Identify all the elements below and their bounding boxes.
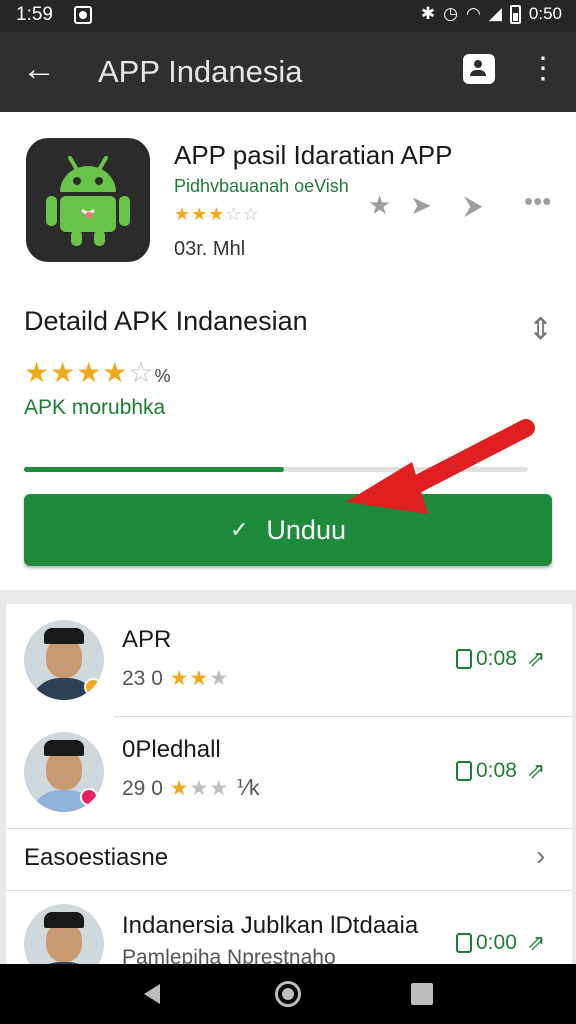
star-icon: ★★ [189, 777, 230, 800]
red-arrow-icon [346, 419, 535, 514]
star-icon[interactable]: ★ [368, 190, 391, 221]
list-item-action[interactable]: 0:08 ⇗ [456, 646, 545, 672]
signal-icon: ◢ [488, 4, 502, 23]
star-icon: ★ [174, 204, 192, 224]
more-vert-icon[interactable]: ⋮ [528, 52, 558, 86]
star-outline-icon: ☆ [242, 204, 260, 224]
app-rating-stars: ★★★☆☆ [174, 204, 260, 225]
avatar[interactable] [24, 732, 104, 812]
detail-rating: ★★★★☆% [24, 356, 171, 389]
star-icon: ★ [191, 204, 209, 224]
alarm-icon: ◷ [443, 4, 458, 23]
share-icon[interactable]: ⮞ [464, 190, 483, 222]
app-size: 03r. Mhl [174, 238, 246, 260]
star-icon: ★★★★ [24, 357, 129, 388]
rating-suffix: % [154, 366, 171, 386]
share-icon[interactable]: ⇗ [527, 930, 545, 956]
status-clock: 0:50 [528, 4, 562, 23]
android-icon [46, 156, 130, 246]
star-icon: ★★ [169, 667, 210, 690]
app-developer[interactable]: Pidhvbauanah oeVish [174, 176, 349, 197]
app-bar: ← APP Indanesia ⋮ [0, 32, 576, 112]
section-row[interactable]: Easoestiasne [24, 844, 168, 872]
divider [6, 828, 572, 829]
notification-icon [74, 6, 92, 24]
account-icon[interactable] [463, 54, 495, 84]
chevron-right-icon[interactable]: › [536, 840, 545, 872]
avatar[interactable] [24, 620, 104, 700]
document-icon [456, 649, 472, 669]
star-icon: ★ [169, 777, 190, 800]
check-icon: ✓ [229, 517, 249, 542]
list-item-meta: 29 0 ★★★ ⅟k [122, 777, 261, 800]
star-outline-icon: ☆ [128, 357, 155, 388]
battery-icon [509, 4, 521, 24]
navigation-bar [0, 964, 576, 1024]
list-item-action[interactable]: 0:08 ⇗ [456, 758, 545, 784]
star-outline-icon: ☆ [225, 204, 243, 224]
divider [6, 890, 572, 891]
divider [114, 716, 572, 717]
star-icon: ★ [208, 204, 226, 224]
list-item-name[interactable]: APR [122, 626, 171, 654]
progress-fill [24, 467, 285, 472]
document-icon [456, 933, 472, 953]
status-icons: ✱ ◷ ◠ ◢ 0:50 [421, 4, 562, 24]
share-icon[interactable]: ⇗ [527, 646, 545, 672]
detail-subtitle[interactable]: APK morubhka [24, 396, 165, 420]
bluetooth-icon: ✱ [420, 4, 436, 23]
list-item-name[interactable]: 0Pledhall [122, 736, 221, 764]
download-label: Unduu [266, 514, 346, 545]
list-item-action[interactable]: 0:00 ⇗ [456, 930, 545, 956]
expand-icon[interactable]: ⇕ [528, 312, 553, 347]
page-title: APP Indanesia [98, 54, 303, 89]
back-nav-icon[interactable] [120, 964, 184, 1024]
recents-nav-icon[interactable] [390, 964, 454, 1024]
send-icon[interactable]: ➤ [410, 190, 432, 221]
status-time: 1:59 [16, 4, 53, 25]
status-badge [84, 678, 102, 696]
share-icon[interactable]: ⇗ [527, 758, 545, 784]
status-badge [80, 788, 98, 806]
document-icon [456, 761, 472, 781]
app-name: APP pasil Idaratian APP [174, 140, 453, 170]
wifi-icon: ◠ [465, 4, 481, 23]
arrow-left-icon[interactable]: ← [22, 52, 56, 86]
status-bar: 1:59 ✱ ◷ ◠ ◢ 0:50 [0, 0, 576, 32]
list-item-name[interactable]: Indanersia Jublkan lDtdaaia [122, 912, 418, 940]
more-horiz-icon[interactable]: ••• [524, 186, 551, 217]
star-icon: ★ [209, 667, 230, 690]
detail-title: Detaild APK Indanesian [24, 306, 308, 336]
app-icon [26, 138, 150, 262]
list-item-meta: 23 0 ★★★ [122, 667, 230, 690]
home-nav-icon[interactable] [256, 964, 320, 1024]
